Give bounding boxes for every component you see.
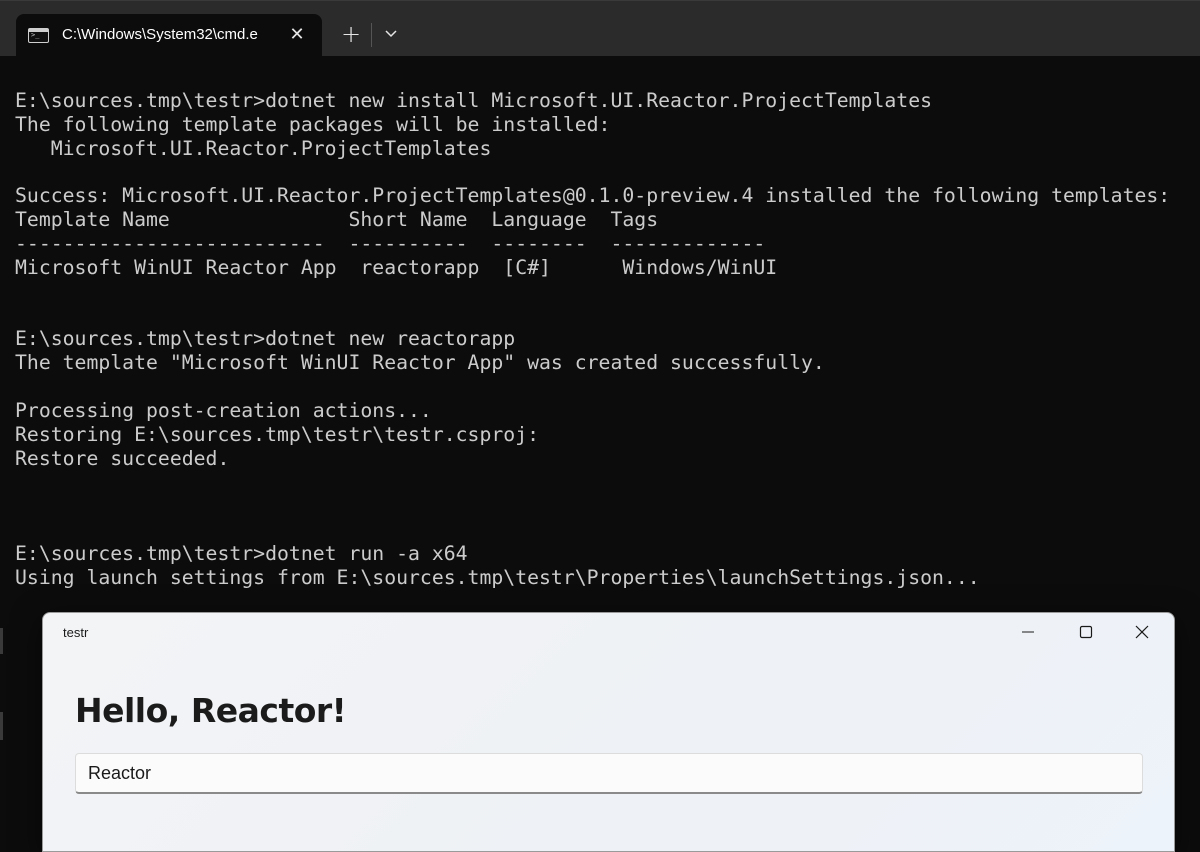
tab-dropdown-button[interactable] (374, 17, 408, 51)
name-input[interactable] (75, 753, 1143, 794)
terminal-line: E:\sources.tmp\testr>dotnet new install … (15, 89, 933, 112)
tab-title: C:\Windows\System32\cmd.e (62, 26, 258, 43)
maximize-icon (1079, 625, 1093, 639)
terminal-line: Microsoft WinUI Reactor App reactorapp [… (15, 256, 778, 279)
new-tab-button[interactable]: + (334, 17, 368, 51)
minimize-icon (1022, 631, 1034, 633)
minimize-button[interactable] (1001, 613, 1055, 651)
terminal-line: Using launch settings from E:\sources.tm… (15, 566, 980, 589)
tab-divider (371, 23, 372, 47)
terminal-line: -------------------------- ---------- --… (15, 232, 766, 255)
chevron-down-icon (385, 30, 397, 38)
terminal-line: The template "Microsoft WinUI Reactor Ap… (15, 351, 825, 374)
terminal-line: Template Name Short Name Language Tags (15, 208, 659, 231)
terminal-line: E:\sources.tmp\testr>dotnet new reactora… (15, 327, 516, 350)
terminal-line: The following template packages will be … (15, 113, 611, 136)
terminal-line: E:\sources.tmp\testr>dotnet run -a x64 (15, 542, 468, 565)
close-button[interactable] (1115, 613, 1169, 651)
background-window-edge (0, 712, 3, 740)
terminal-line: Microsoft.UI.Reactor.ProjectTemplates (15, 137, 492, 160)
terminal-line: Processing post-creation actions... (15, 399, 432, 422)
terminal-line: Restore succeeded. (15, 447, 230, 470)
page-title: Hello, Reactor! (75, 691, 347, 730)
terminal-line: Restoring E:\sources.tmp\testr\testr.csp… (15, 423, 540, 446)
tab-cmd[interactable]: C:\Windows\System32\cmd.e ✕ (16, 14, 322, 57)
terminal-titlebar: C:\Windows\System32\cmd.e ✕ + (0, 0, 1200, 57)
terminal-line: Success: Microsoft.UI.Reactor.ProjectTem… (15, 184, 1171, 207)
background-window-edge (0, 628, 3, 654)
maximize-button[interactable] (1059, 613, 1113, 651)
reactor-app-window: testr Hello, Reactor! (42, 612, 1175, 852)
app-window-title: testr (63, 625, 89, 640)
cmd-console-icon (28, 28, 49, 43)
close-icon (1135, 625, 1149, 639)
close-icon[interactable]: ✕ (284, 22, 310, 48)
